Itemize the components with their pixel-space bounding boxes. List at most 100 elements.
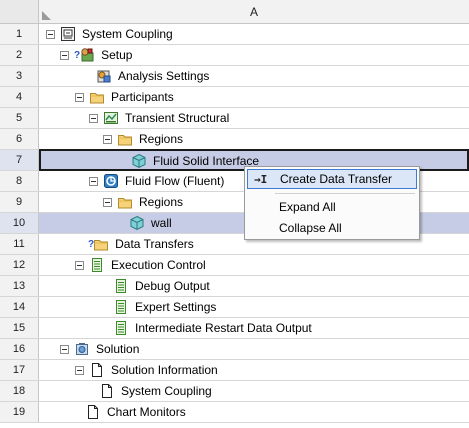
row-cell[interactable]: Debug Output (39, 276, 469, 296)
table-row[interactable]: 1 System Coupling (0, 24, 469, 45)
row-cell[interactable]: Transient Structural (39, 108, 469, 128)
menu-item-create-data-transfer[interactable]: →I Create Data Transfer (247, 169, 417, 189)
document-icon (89, 257, 105, 273)
collapse-toggle[interactable] (75, 365, 84, 375)
sort-triangle-icon (42, 11, 51, 20)
system-coupling-icon (60, 26, 76, 42)
row-number: 11 (0, 234, 39, 254)
table-row[interactable]: 14 Expert Settings (0, 297, 469, 318)
column-header-label: A (249, 5, 258, 19)
row-cell[interactable]: Participants (39, 87, 469, 107)
tree-label: Expert Settings (135, 300, 217, 314)
table-row[interactable]: 16 Solution (0, 339, 469, 360)
transient-structural-icon (103, 110, 119, 126)
tree-label: Solution Information (111, 363, 218, 377)
table-row[interactable]: 19 Chart Monitors (0, 402, 469, 423)
table-row[interactable]: 18 System Coupling (0, 381, 469, 402)
tree-label: Fluid Flow (Fluent) (125, 174, 225, 188)
region-icon (129, 215, 145, 231)
document-icon (113, 278, 129, 294)
tree-label: wall (151, 216, 172, 230)
table-row[interactable]: 12 Execution Control (0, 255, 469, 276)
tree-label: Intermediate Restart Data Output (135, 321, 312, 335)
table-row[interactable]: 6 Regions (0, 129, 469, 150)
row-number: 3 (0, 66, 39, 86)
row-cell[interactable]: Chart Monitors (39, 402, 469, 422)
tree-label: Regions (139, 132, 184, 146)
document-icon (113, 320, 129, 336)
tree-label: Data Transfers (115, 237, 194, 251)
collapse-toggle[interactable] (103, 134, 112, 144)
row-number: 5 (0, 108, 39, 128)
row-cell[interactable]: Regions (39, 129, 469, 149)
row-number: 1 (0, 24, 39, 44)
row-number: 4 (0, 87, 39, 107)
table-row[interactable]: 3 Analysis Settings (0, 66, 469, 87)
table-row[interactable]: 15 Intermediate Restart Data Output (0, 318, 469, 339)
collapse-toggle[interactable] (89, 113, 98, 123)
row-cell[interactable]: ? Setup (39, 45, 469, 65)
tree-label: Analysis Settings (118, 69, 210, 83)
tree-label: Solution (96, 342, 140, 356)
page-icon (89, 362, 105, 378)
row-number: 9 (0, 192, 39, 212)
create-data-transfer-icon: →I (254, 173, 268, 186)
folder-icon (89, 89, 105, 105)
tree-label: Participants (111, 90, 174, 104)
row-cell[interactable]: Intermediate Restart Data Output (39, 318, 469, 338)
row-number: 8 (0, 171, 39, 191)
menu-item-label: Expand All (279, 200, 336, 214)
collapse-toggle[interactable] (75, 260, 84, 270)
row-number: 18 (0, 381, 39, 401)
row-number: 10 (0, 213, 39, 233)
table-row[interactable]: 2 ? Setup (0, 45, 469, 66)
menu-item-label: Create Data Transfer (280, 172, 393, 186)
collapse-toggle[interactable] (60, 344, 69, 354)
grid-corner[interactable] (0, 0, 39, 24)
solution-icon (74, 341, 90, 357)
menu-item-collapse-all[interactable]: Collapse All (247, 218, 417, 238)
table-row[interactable]: 17 Solution Information (0, 360, 469, 381)
tree-label: Transient Structural (125, 111, 230, 125)
row-number: 15 (0, 318, 39, 338)
row-number: 6 (0, 129, 39, 149)
row-number: 13 (0, 276, 39, 296)
row-cell[interactable]: System Coupling (39, 24, 469, 44)
collapse-toggle[interactable] (46, 29, 55, 39)
row-number: 12 (0, 255, 39, 275)
tree-label: Debug Output (135, 279, 210, 293)
menu-item-label: Collapse All (279, 221, 342, 235)
page-icon (99, 383, 115, 399)
row-cell[interactable]: Execution Control (39, 255, 469, 275)
context-menu: →I Create Data Transfer Expand All Colla… (244, 166, 420, 240)
table-row[interactable]: 13 Debug Output (0, 276, 469, 297)
collapse-toggle[interactable] (103, 197, 112, 207)
collapse-toggle[interactable] (89, 176, 98, 186)
tree-label: Execution Control (111, 258, 206, 272)
region-icon (131, 153, 147, 169)
row-number: 7 (0, 150, 39, 170)
collapse-toggle[interactable] (75, 92, 84, 102)
page-icon (85, 404, 101, 420)
column-header-a[interactable]: A (39, 0, 469, 24)
table-row[interactable]: 4 Participants (0, 87, 469, 108)
row-cell[interactable]: System Coupling (39, 381, 469, 401)
tree-label: System Coupling (82, 27, 173, 41)
table-row[interactable]: 5 Transient Structural (0, 108, 469, 129)
fluent-icon (103, 173, 119, 189)
document-icon (113, 299, 129, 315)
row-cell[interactable]: Expert Settings (39, 297, 469, 317)
row-cell[interactable]: Solution Information (39, 360, 469, 380)
row-cell[interactable]: Analysis Settings (39, 66, 469, 86)
row-cell[interactable]: Solution (39, 339, 469, 359)
tree-label: Chart Monitors (107, 405, 186, 419)
folder-icon (93, 236, 109, 252)
tree-label: Regions (139, 195, 184, 209)
row-number: 19 (0, 402, 39, 422)
row-number: 16 (0, 339, 39, 359)
folder-icon (117, 131, 133, 147)
collapse-toggle[interactable] (60, 50, 69, 60)
row-number: 14 (0, 297, 39, 317)
row-number: 2 (0, 45, 39, 65)
menu-item-expand-all[interactable]: Expand All (247, 197, 417, 217)
